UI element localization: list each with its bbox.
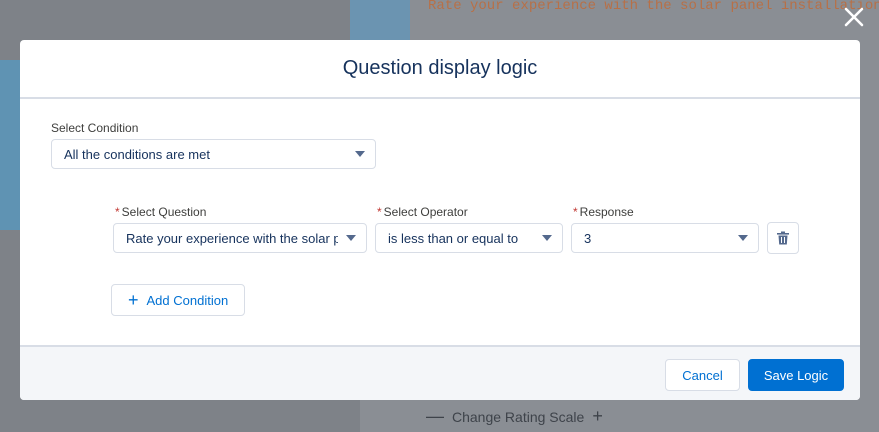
required-marker: * xyxy=(573,205,578,219)
required-marker: * xyxy=(115,205,120,219)
select-operator-value: is less than or equal to xyxy=(388,230,519,246)
modal-footer: Cancel Save Logic xyxy=(20,345,860,400)
modal-header: Question display logic xyxy=(20,40,860,99)
add-condition-button[interactable]: + Add Condition xyxy=(111,284,246,316)
select-condition-dropdown[interactable]: All the conditions are met xyxy=(51,139,376,169)
minus-icon: — xyxy=(426,406,444,426)
select-condition-label: Select Condition xyxy=(51,121,139,135)
close-icon[interactable] xyxy=(843,6,865,28)
background-question-text: Rate your experience with the solar pane… xyxy=(428,0,879,14)
add-condition-label: Add Condition xyxy=(146,292,229,308)
rating-scale-label: Change Rating Scale xyxy=(452,409,585,425)
chevron-down-icon xyxy=(738,235,748,241)
response-value: 3 xyxy=(584,230,592,246)
chevron-down-icon xyxy=(346,235,356,241)
background-accent-top xyxy=(350,0,410,40)
plus-icon: + xyxy=(128,290,139,310)
select-condition-value: All the conditions are met xyxy=(64,146,210,162)
response-dropdown[interactable]: 3 xyxy=(571,223,759,253)
select-question-label: * Select Question xyxy=(115,205,207,219)
cancel-button[interactable]: Cancel xyxy=(665,359,740,391)
select-operator-label: * Select Operator xyxy=(377,205,468,219)
chevron-down-icon xyxy=(542,235,552,241)
delete-condition-button[interactable] xyxy=(767,222,799,254)
modal-title: Question display logic xyxy=(342,57,538,79)
select-operator-dropdown[interactable]: is less than or equal to xyxy=(375,223,563,253)
select-question-dropdown[interactable]: Rate your experience with the solar pane… xyxy=(113,223,367,253)
modal-body: Select Condition All the conditions are … xyxy=(20,99,860,344)
background-rating-scale: — Change Rating Scale + xyxy=(418,406,611,427)
chevron-down-icon xyxy=(355,151,365,157)
plus-icon: + xyxy=(592,406,603,426)
save-logic-button[interactable]: Save Logic xyxy=(748,359,844,391)
background-accent xyxy=(0,60,22,230)
question-display-logic-modal: Question display logic Select Condition … xyxy=(20,40,860,400)
required-marker: * xyxy=(377,205,382,219)
select-question-value: Rate your experience with the solar pane… xyxy=(126,230,338,246)
response-label: * Response xyxy=(573,205,634,219)
trash-icon xyxy=(777,231,789,245)
